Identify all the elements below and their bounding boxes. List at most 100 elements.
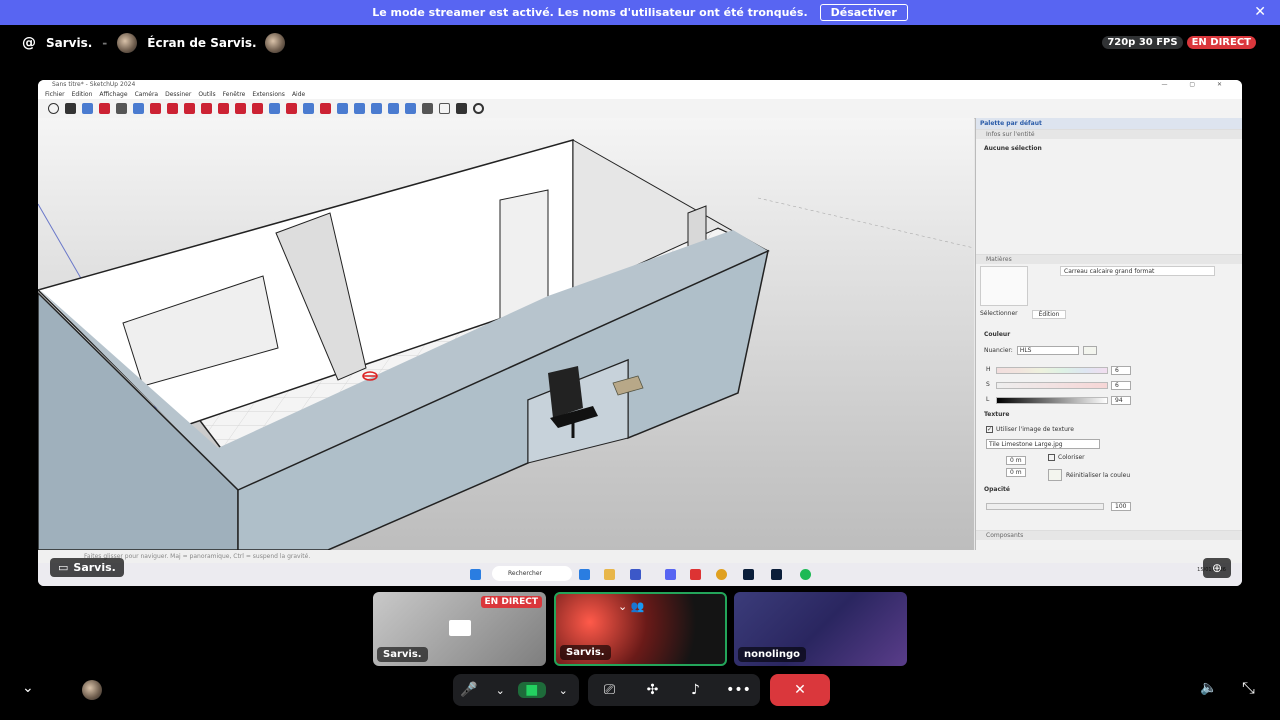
pencil-icon[interactable]: [99, 103, 110, 114]
menu-edit[interactable]: Edition: [72, 90, 93, 99]
components-header[interactable]: Composants: [976, 530, 1242, 540]
volume-icon[interactable]: 🔈: [1200, 680, 1217, 696]
chrome-icon[interactable]: [716, 569, 727, 580]
chevron-down-icon[interactable]: ⌄: [549, 684, 577, 697]
eraser-icon[interactable]: [82, 103, 93, 114]
shared-screen[interactable]: Sans titre* - SketchUp 2024 — ▢ ✕ Fichie…: [38, 80, 1242, 586]
use-texture-checkbox[interactable]: ✓: [986, 426, 993, 433]
chevron-down-icon[interactable]: ⌄: [486, 684, 514, 697]
microphone-icon[interactable]: 🎤: [455, 682, 483, 698]
stream-name-tag: ▭ Sarvis.: [50, 558, 124, 577]
texture-width[interactable]: 0 m: [1006, 456, 1026, 465]
l-slider[interactable]: [996, 397, 1108, 404]
tape-icon[interactable]: [252, 103, 263, 114]
app-icon[interactable]: [690, 569, 701, 580]
move-icon[interactable]: [184, 103, 195, 114]
reset-color-label[interactable]: Réinitialiser la couleu: [1066, 472, 1130, 479]
menu-window[interactable]: Fenêtre: [223, 90, 246, 99]
extension-icon[interactable]: [371, 103, 382, 114]
avatar[interactable]: [82, 680, 102, 700]
menu-help[interactable]: Aide: [292, 90, 305, 99]
zoom-icon[interactable]: [320, 103, 331, 114]
paint-icon[interactable]: [269, 103, 280, 114]
more-icon[interactable]: •••: [725, 682, 753, 698]
screen-preview-icon: [449, 620, 471, 636]
app-icon[interactable]: [630, 569, 641, 580]
close-icon[interactable]: ✕: [1254, 4, 1266, 20]
taskbar-search[interactable]: Rechercher: [492, 566, 572, 581]
pan-icon[interactable]: [303, 103, 314, 114]
rotate-icon[interactable]: [201, 103, 212, 114]
disable-streamer-mode-button[interactable]: Désactiver: [819, 4, 908, 21]
photoshop-icon[interactable]: [743, 569, 754, 580]
follow-me-icon[interactable]: [235, 103, 246, 114]
eye-icon[interactable]: [422, 103, 433, 114]
soundboard-icon[interactable]: ♪: [682, 682, 710, 698]
texture-file-field[interactable]: Tile Limestone Large.jpg: [986, 439, 1100, 449]
start-icon[interactable]: [470, 569, 481, 580]
colorize-checkbox[interactable]: [1048, 454, 1055, 461]
menu-file[interactable]: Fichier: [45, 90, 65, 99]
search-icon[interactable]: [48, 103, 59, 114]
select-icon[interactable]: [65, 103, 76, 114]
s-value[interactable]: 6: [1111, 381, 1131, 390]
layers-icon[interactable]: [388, 103, 399, 114]
opacity-slider[interactable]: [986, 503, 1104, 510]
section-icon[interactable]: [405, 103, 416, 114]
rectangle-icon[interactable]: [133, 103, 144, 114]
entity-info-header[interactable]: Infos sur l'entité: [976, 129, 1242, 139]
menu-draw[interactable]: Dessiner: [165, 90, 191, 99]
h-value[interactable]: 6: [1111, 366, 1131, 375]
leave-call-button[interactable]: ✕: [770, 674, 830, 706]
activities-icon[interactable]: ✣: [639, 682, 667, 698]
menu-camera[interactable]: Caméra: [135, 90, 159, 99]
document-icon[interactable]: [439, 103, 450, 114]
push-pull-icon[interactable]: [150, 103, 161, 114]
folder-icon[interactable]: [604, 569, 615, 580]
warehouse-icon[interactable]: [354, 103, 365, 114]
chevron-down-icon[interactable]: ⌄: [22, 680, 34, 696]
orbit-icon[interactable]: [286, 103, 297, 114]
reset-color-swatch[interactable]: [1048, 469, 1062, 481]
app-icon[interactable]: [665, 569, 676, 580]
zoom-icon[interactable]: ⊕: [1203, 558, 1231, 578]
h-slider[interactable]: [996, 367, 1108, 374]
fullscreen-icon[interactable]: ⤡: [1242, 678, 1255, 698]
app-icon[interactable]: [579, 569, 590, 580]
tab-edit[interactable]: Édition: [1031, 310, 1067, 319]
stream-quality: 720p 30 FPS EN DIRECT: [1102, 36, 1256, 49]
menu-extensions[interactable]: Extensions: [252, 90, 285, 99]
zoom-extents-icon[interactable]: [337, 103, 348, 114]
material-name-field[interactable]: Carreau calcaire grand format: [1060, 266, 1215, 276]
l-value[interactable]: 94: [1111, 396, 1131, 405]
arc-icon[interactable]: [116, 103, 127, 114]
l-label: L: [986, 396, 990, 403]
spotify-icon[interactable]: [800, 569, 811, 580]
tab-select[interactable]: Sélectionner: [980, 310, 1018, 319]
picker-select[interactable]: HLS: [1016, 346, 1079, 355]
participant-tile[interactable]: EN DIRECT Sarvis.: [373, 592, 546, 666]
user-icon[interactable]: [456, 103, 467, 114]
s-slider[interactable]: [996, 382, 1108, 389]
window-controls: — ▢ ✕: [1161, 81, 1232, 88]
share-screen-icon[interactable]: ⎚: [596, 682, 624, 698]
menu-tools[interactable]: Outils: [198, 90, 215, 99]
scale-icon[interactable]: [218, 103, 229, 114]
participant-tile[interactable]: ⌄ 👥 Sarvis.: [554, 592, 727, 666]
menu-view[interactable]: Affichage: [99, 90, 127, 99]
texture-height[interactable]: 0 m: [1006, 468, 1026, 477]
expand-icon[interactable]: ⌄ 👥: [618, 600, 644, 613]
3d-viewport[interactable]: [38, 118, 974, 550]
trimble-icon[interactable]: [473, 103, 484, 114]
streamer-mode-banner: Le mode streamer est activé. Les noms d'…: [0, 0, 1280, 25]
picker-label: Nuancier:: [984, 347, 1013, 354]
color-swatch[interactable]: [1082, 346, 1097, 355]
color-label: Couleur: [984, 331, 1011, 338]
opacity-value[interactable]: 100: [1111, 502, 1131, 511]
offset-icon[interactable]: [167, 103, 178, 114]
camera-icon[interactable]: ■: [517, 682, 546, 698]
channel-user[interactable]: Sarvis.: [46, 36, 92, 50]
lightroom-icon[interactable]: [771, 569, 782, 580]
materials-header[interactable]: Matières: [976, 254, 1242, 264]
participant-tile[interactable]: nonolingo: [734, 592, 907, 666]
